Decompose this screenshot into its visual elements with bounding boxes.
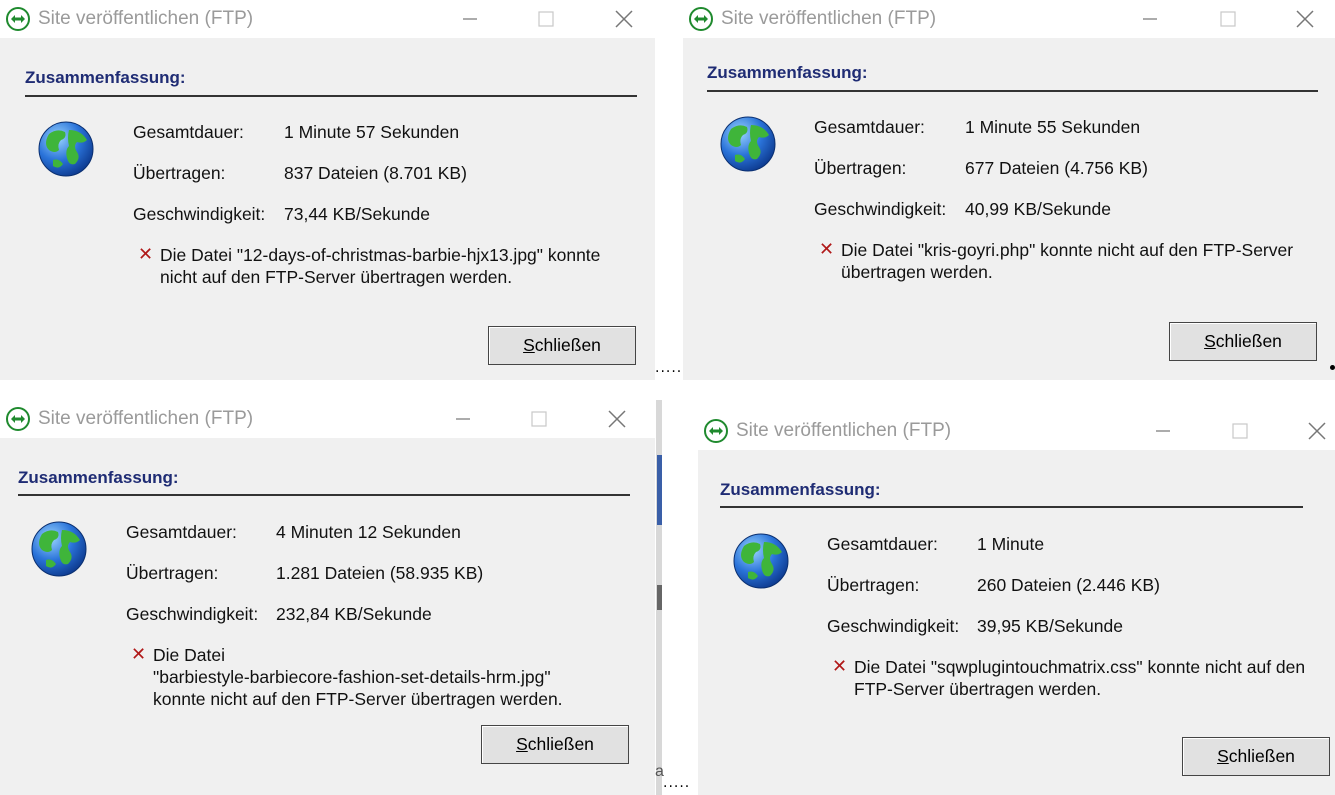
error-line: konnte nicht auf den FTP-Server übertrag… (153, 689, 563, 709)
summary-heading: Zusammenfassung: (25, 68, 186, 87)
window-title: Site veröffentlichen (FTP) (38, 408, 254, 429)
speed-value: 232,84 KB/Sekunde (276, 604, 432, 624)
schliessen-button[interactable]: Schließen (1169, 322, 1317, 361)
duration-value: 4 Minuten 12 Sekunden (276, 522, 461, 542)
error-line: Die Datei (153, 645, 225, 665)
error-message: Die Datei "barbiestyle-barbiecore-fashion… (153, 644, 563, 710)
duration-label: Gesamtdauer: (133, 122, 244, 142)
maximize-button[interactable] (1225, 416, 1255, 446)
transferred-label: Übertragen: (827, 575, 920, 595)
speed-value: 40,99 KB/Sekunde (965, 199, 1111, 219)
globe-icon (37, 120, 95, 178)
edge-dot (1330, 365, 1335, 370)
schliessen-button[interactable]: Schließen (481, 725, 629, 764)
schliessen-button[interactable]: Schließen (1182, 737, 1330, 776)
heading-rule (720, 506, 1303, 508)
minimize-button[interactable] (448, 404, 478, 434)
globe-icon (719, 115, 777, 173)
mnemonic-letter: S (1217, 746, 1229, 766)
heading-rule (707, 90, 1318, 92)
duration-label: Gesamtdauer: (814, 117, 925, 137)
speed-value: 73,44 KB/Sekunde (284, 204, 430, 224)
publish-dialog-4: Site veröffentlichen (FTP) Zusammenfassu… (698, 412, 1335, 795)
error-message: Die Datei "kris-goyri.php" konnte nicht … (841, 239, 1293, 283)
speed-label: Geschwindigkeit: (814, 199, 947, 219)
edge-letter: a (655, 763, 664, 780)
globe-icon (30, 520, 88, 578)
globe-icon (732, 532, 790, 590)
mnemonic-letter: S (1204, 331, 1216, 351)
button-label-rest: chließen (534, 335, 601, 355)
minimize-button[interactable] (455, 4, 485, 34)
duration-value: 1 Minute 55 Sekunden (965, 117, 1141, 137)
error-x-icon: ✕ (832, 656, 848, 677)
transferred-value: 837 Dateien (8.701 KB) (284, 163, 467, 183)
transferred-value: 1.281 Dateien (58.935 KB) (276, 563, 484, 583)
duration-value: 1 Minute 57 Sekunden (284, 122, 460, 142)
speed-label: Geschwindigkeit: (133, 204, 266, 224)
error-line: "barbiestyle-barbiecore-fashion-set-deta… (153, 667, 551, 687)
separator-dots-bottom: ..... (663, 775, 691, 791)
schliessen-button[interactable]: Schließen (488, 326, 636, 365)
transferred-label: Übertragen: (133, 163, 226, 183)
button-label-rest: chließen (1215, 331, 1282, 351)
transfer-arrows-icon (703, 418, 729, 444)
error-line: nicht auf den FTP-Server übertragen werd… (160, 267, 513, 287)
close-button[interactable] (1290, 4, 1320, 34)
window-title: Site veröffentlichen (FTP) (736, 420, 952, 441)
window-title: Site veröffentlichen (FTP) (38, 8, 254, 29)
error-x-icon: ✕ (138, 244, 154, 265)
error-line: Die Datei "12-days-of-christmas-barbie-h… (160, 245, 601, 265)
summary-heading: Zusammenfassung: (720, 480, 881, 499)
mnemonic-letter: S (516, 734, 528, 754)
transfer-arrows-icon (5, 6, 31, 32)
maximize-button[interactable] (524, 404, 554, 434)
close-button[interactable] (602, 404, 632, 434)
transferred-label: Übertragen: (814, 158, 907, 178)
error-x-icon: ✕ (131, 644, 147, 665)
maximize-button[interactable] (531, 4, 561, 34)
speed-value: 39,95 KB/Sekunde (977, 616, 1123, 636)
error-line: übertragen werden. (841, 262, 993, 282)
transfer-arrows-icon (5, 406, 31, 432)
title-bar: Site veröffentlichen (FTP) (683, 0, 1335, 38)
summary-heading: Zusammenfassung: (707, 63, 868, 82)
summary-heading: Zusammenfassung: (18, 468, 179, 487)
duration-label: Gesamtdauer: (126, 522, 237, 542)
title-bar: Site veröffentlichen (FTP) (698, 412, 1335, 450)
transferred-value: 677 Dateien (4.756 KB) (965, 158, 1148, 178)
speed-label: Geschwindigkeit: (827, 616, 960, 636)
minimize-button[interactable] (1148, 416, 1178, 446)
duration-value: 1 Minute (977, 534, 1045, 554)
error-message: Die Datei "12-days-of-christmas-barbie-h… (160, 244, 600, 288)
publish-dialog-3: Site veröffentlichen (FTP) Zusammenfassu… (0, 400, 655, 795)
duration-label: Gesamtdauer: (827, 534, 938, 554)
error-line: FTP-Server übertragen werden. (854, 679, 1102, 699)
error-line: Die Datei "sqwplugintouchmatrix.css" kon… (854, 657, 1306, 677)
maximize-button[interactable] (1213, 4, 1243, 34)
speed-label: Geschwindigkeit: (126, 604, 259, 624)
heading-rule (18, 494, 630, 496)
mnemonic-letter: S (523, 335, 535, 355)
publish-dialog-2: Site veröffentlichen (FTP) Zusammenfassu… (683, 0, 1335, 380)
close-button[interactable] (609, 4, 639, 34)
heading-rule (25, 95, 637, 97)
publish-dialog-1: Site veröffentlichen (FTP) Zusammenfassu… (0, 0, 655, 380)
window-edge-accent (657, 455, 662, 525)
title-bar: Site veröffentlichen (FTP) (0, 0, 655, 38)
title-bar: Site veröffentlichen (FTP) (0, 400, 655, 438)
window-title: Site veröffentlichen (FTP) (721, 8, 937, 29)
error-message: Die Datei "sqwplugintouchmatrix.css" kon… (854, 656, 1305, 700)
transferred-value: 260 Dateien (2.446 KB) (977, 575, 1160, 595)
close-button[interactable] (1302, 416, 1332, 446)
error-line: Die Datei "kris-goyri.php" konnte nicht … (841, 240, 1294, 260)
button-label-rest: chließen (1228, 746, 1295, 766)
window-edge-accent-2 (657, 585, 662, 610)
transfer-arrows-icon (688, 6, 714, 32)
separator-dots-top: ..... (655, 360, 683, 376)
transferred-label: Übertragen: (126, 563, 219, 583)
minimize-button[interactable] (1135, 4, 1165, 34)
error-x-icon: ✕ (819, 239, 835, 260)
button-label-rest: chließen (527, 734, 594, 754)
